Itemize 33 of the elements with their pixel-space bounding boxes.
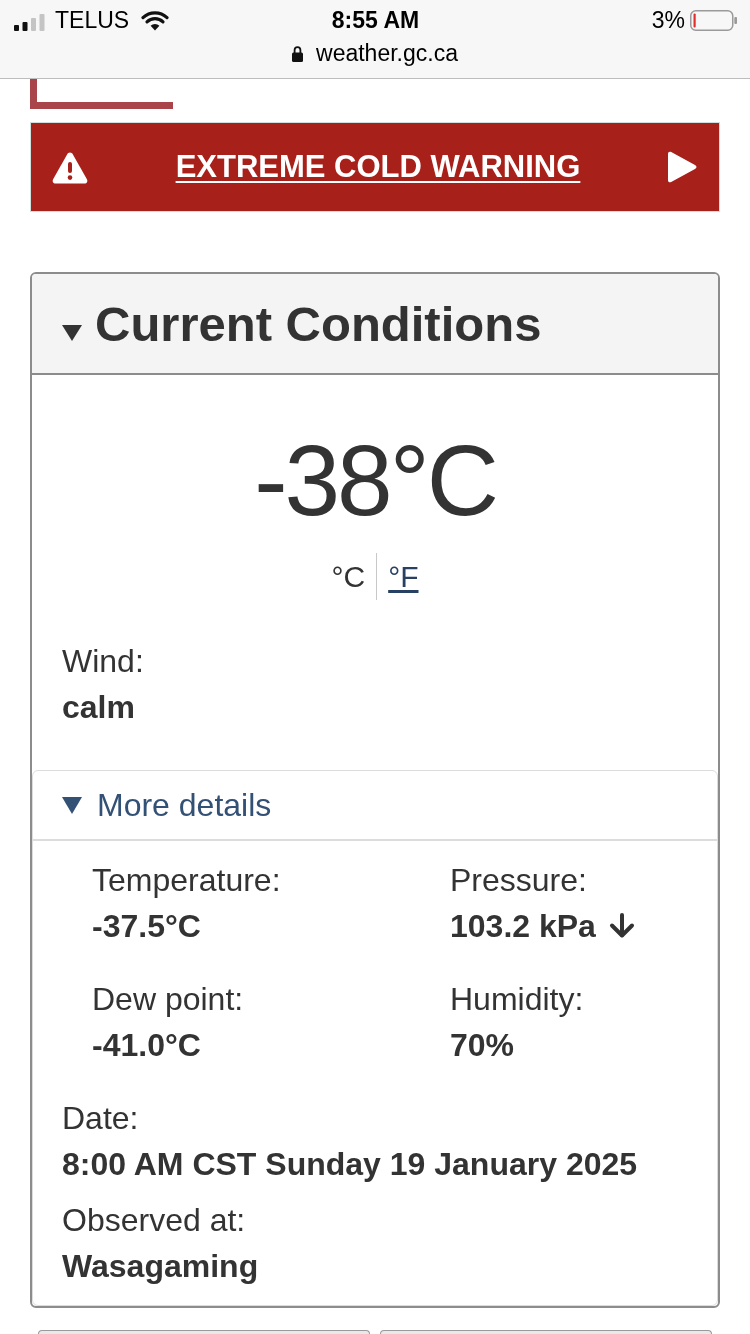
temperature-reading: -38°C <box>254 430 496 530</box>
detail-label: Dew point: <box>92 980 244 1019</box>
battery-percent: 3% <box>651 6 685 34</box>
details-toggle[interactable]: More details <box>33 771 717 841</box>
wind-label: Wind: <box>62 642 144 681</box>
unit-option[interactable]: °F <box>388 558 419 595</box>
caret-icon[interactable] <box>62 324 82 341</box>
carrier-name: TELUS <box>55 6 130 34</box>
warning-icon <box>52 150 88 184</box>
detail-value: 70% <box>450 1026 515 1065</box>
detail-label: Pressure: <box>450 861 587 900</box>
lock-icon <box>292 44 304 62</box>
address-text[interactable]: weather.gc.ca <box>316 40 458 66</box>
arrow-down-icon <box>607 913 636 939</box>
detail-label: Temperature: <box>92 861 281 900</box>
detail-value: -41.0°C <box>92 1026 201 1065</box>
detail-value: 103.2 kPa <box>450 907 596 946</box>
section-heading: Current Conditions <box>95 295 542 352</box>
play-icon <box>668 151 697 183</box>
signal-icon <box>14 13 45 31</box>
wifi-icon <box>141 9 170 31</box>
detail-label: Humidity: <box>450 980 584 1019</box>
detail-value: -37.5°C <box>92 907 201 946</box>
warning-banner[interactable]: EXTREME COLD WARNING <box>30 122 720 212</box>
battery-icon <box>690 9 737 31</box>
wind-value: calm <box>62 688 135 727</box>
date-label: Date: <box>62 1099 139 1138</box>
clock-time: 8:55 AM <box>331 6 420 34</box>
station-label: Observed at: <box>62 1201 246 1240</box>
unit-option[interactable]: °C <box>331 558 366 595</box>
warning-link[interactable]: EXTREME COLD WARNING <box>175 148 581 186</box>
station-value: Wasagaming <box>62 1247 259 1286</box>
date-value: 8:00 AM CST Sunday 19 January 2025 <box>62 1145 638 1184</box>
